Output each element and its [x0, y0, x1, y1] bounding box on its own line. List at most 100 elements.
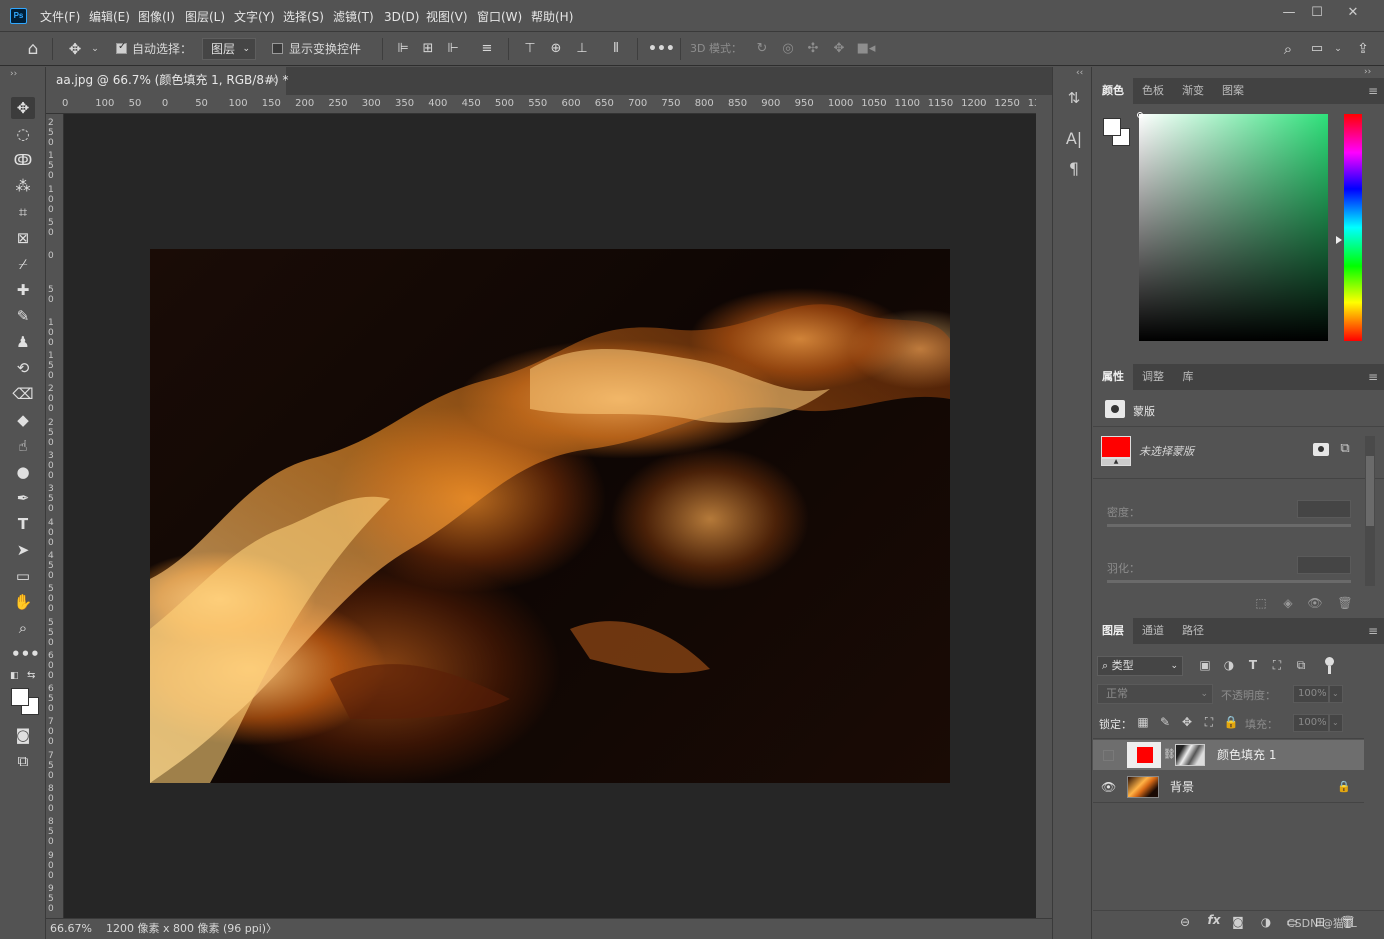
foreground-color-swatch[interactable] — [1103, 118, 1121, 136]
restore-button[interactable]: ☐ — [1305, 4, 1329, 24]
chevron-down-icon[interactable]: ⌄ — [88, 37, 102, 61]
density-field[interactable] — [1297, 500, 1351, 518]
crop-tool-icon[interactable]: ⌗ — [11, 201, 35, 223]
hue-slider-handle[interactable] — [1336, 236, 1342, 244]
density-slider[interactable] — [1107, 524, 1351, 527]
fill-dropdown[interactable]: ⌄ — [1329, 714, 1343, 732]
collapse-dock-icon[interactable]: ‹‹ — [1076, 68, 1083, 78]
auto-select-target-dropdown[interactable]: 图层 ⌄ — [202, 38, 256, 60]
more-options-icon[interactable]: ••• — [648, 37, 675, 61]
3d-slide-icon[interactable]: ✥ — [829, 37, 849, 61]
color-picker-cursor[interactable] — [1137, 112, 1143, 118]
layer-row-background[interactable]: 👁 背景 🔒 — [1093, 772, 1364, 802]
menu-file[interactable]: 文件(F) — [40, 8, 80, 26]
tab-adjustments[interactable]: 调整 — [1133, 364, 1173, 390]
paint-bucket-tool-icon[interactable]: ◆ — [11, 409, 35, 431]
show-transform-checkbox[interactable] — [272, 43, 283, 54]
quick-mask-icon[interactable]: ◙ — [11, 724, 35, 746]
menu-layer[interactable]: 图层(L) — [185, 8, 225, 26]
tab-channels[interactable]: 通道 — [1133, 618, 1173, 644]
visibility-toggle-off[interactable] — [1103, 750, 1114, 761]
lock-transparent-icon[interactable]: ▦ — [1135, 715, 1151, 729]
share-icon[interactable]: ⇪ — [1352, 37, 1374, 61]
move-tool-icon[interactable]: ✥ — [11, 97, 35, 119]
add-pixel-mask-icon[interactable] — [1313, 443, 1329, 456]
close-tab-icon[interactable]: × — [268, 67, 278, 94]
distribute-icon[interactable]: ≡ — [478, 37, 496, 61]
type-tool-icon[interactable]: T — [11, 513, 35, 535]
align-hcenter-icon[interactable]: ⊞ — [419, 37, 437, 61]
align-bottom-icon[interactable]: ⊥ — [573, 37, 591, 61]
menu-3d[interactable]: 3D(D) — [384, 8, 419, 26]
tab-gradients[interactable]: 渐变 — [1173, 78, 1213, 104]
layer-name[interactable]: 背景 — [1170, 772, 1194, 802]
eyedropper-tool-icon[interactable]: ⌿ — [11, 253, 35, 275]
menu-type[interactable]: 文字(Y) — [234, 8, 275, 26]
layer-name[interactable]: 颜色填充 1 — [1217, 740, 1276, 770]
fill-color-thumbnail[interactable] — [1101, 436, 1131, 458]
lock-image-icon[interactable]: ✎ — [1157, 715, 1173, 729]
edit-toolbar-icon[interactable]: ••• — [11, 643, 40, 665]
align-right-icon[interactable]: ⊩ — [444, 37, 462, 61]
menu-window[interactable]: 窗口(W) — [477, 8, 522, 26]
menu-view[interactable]: 视图(V) — [426, 8, 468, 26]
layer-filter-dropdown[interactable]: ⌕ 类型 ⌄ — [1097, 656, 1183, 676]
screen-mode-icon[interactable]: ⧉ — [11, 750, 35, 772]
opacity-field[interactable]: 100% — [1293, 685, 1329, 703]
dodge-tool-icon[interactable]: ● — [11, 461, 35, 483]
stamp-tool-icon[interactable]: ♟ — [11, 331, 35, 353]
status-menu-arrow[interactable]: 〉 — [266, 919, 277, 938]
apply-mask-icon[interactable]: ◈ — [1280, 596, 1296, 610]
menu-help[interactable]: 帮助(H) — [531, 8, 573, 26]
zoom-level[interactable]: 66.67% — [50, 919, 92, 938]
close-button[interactable]: ✕ — [1341, 4, 1365, 24]
tab-patterns[interactable]: 图案 — [1213, 78, 1253, 104]
tab-layers[interactable]: 图层 — [1093, 618, 1133, 644]
lock-artboard-icon[interactable]: ⛶ — [1201, 715, 1217, 730]
history-brush-tool-icon[interactable]: ⟲ — [11, 357, 35, 379]
align-top-icon[interactable]: ⊤ — [521, 37, 539, 61]
move-tool-icon[interactable]: ✥ — [62, 37, 88, 61]
panel-menu-icon[interactable]: ≡ — [1368, 371, 1382, 383]
blend-mode-dropdown[interactable]: 正常 ⌄ — [1097, 684, 1213, 704]
layer-row-color-fill[interactable]: ⛓ 颜色填充 1 — [1093, 740, 1364, 770]
tab-paths[interactable]: 路径 — [1173, 618, 1213, 644]
hand-tool-icon[interactable]: ✋ — [11, 591, 35, 613]
foreground-color-swatch[interactable] — [11, 688, 29, 706]
trash-icon[interactable]: 🗑 — [1337, 596, 1353, 610]
lasso-tool-icon[interactable]: ↂ — [11, 149, 35, 171]
pen-tool-icon[interactable]: ✒ — [11, 487, 35, 509]
fill-field[interactable]: 100% — [1293, 714, 1329, 732]
chevron-down-icon[interactable]: ⌄ — [1332, 37, 1344, 61]
feather-field[interactable] — [1297, 556, 1351, 574]
tab-libraries[interactable]: 库 — [1173, 364, 1203, 390]
lock-all-icon[interactable]: 🔒 — [1223, 715, 1239, 729]
paragraph-panel-icon[interactable]: ¶ — [1063, 159, 1085, 178]
magic-wand-tool-icon[interactable]: ⁂ — [11, 175, 35, 197]
layer-mask-thumbnail[interactable] — [1175, 744, 1205, 766]
visibility-icon[interactable]: 👁 — [1307, 596, 1323, 610]
smudge-tool-icon[interactable]: ☝ — [11, 435, 35, 457]
menu-select[interactable]: 选择(S) — [283, 8, 324, 26]
swap-colors-icon[interactable]: ⇆ — [27, 670, 39, 682]
frame-tool-icon[interactable]: ⊠ — [11, 227, 35, 249]
filter-shape-icon[interactable]: ⛶ — [1269, 658, 1285, 673]
scrollbar[interactable] — [1365, 436, 1375, 586]
3d-orbit-icon[interactable]: ↻ — [752, 37, 772, 61]
eye-icon[interactable]: 👁 — [1101, 772, 1116, 802]
tab-color[interactable]: 颜色 — [1093, 78, 1133, 104]
search-icon[interactable]: ⌕ — [1277, 37, 1299, 61]
filter-type-icon[interactable]: T — [1245, 658, 1261, 672]
align-left-icon[interactable]: ⊫ — [394, 37, 412, 61]
eraser-tool-icon[interactable]: ⌫ — [11, 383, 35, 405]
opacity-dropdown[interactable]: ⌄ — [1329, 685, 1343, 703]
document-tab[interactable]: aa.jpg @ 66.7% (颜色填充 1, RGB/8#) * × — [46, 67, 289, 95]
link-icon[interactable]: ⊖ — [1177, 915, 1193, 929]
3d-roll-icon[interactable]: ◎ — [778, 37, 798, 61]
add-vector-mask-icon[interactable]: ⧉ — [1337, 441, 1353, 456]
hue-slider[interactable] — [1344, 114, 1362, 341]
workspace-icon[interactable]: ▭ — [1307, 37, 1327, 61]
panel-menu-icon[interactable]: ≡ — [1368, 85, 1382, 97]
tab-swatches[interactable]: 色板 — [1133, 78, 1173, 104]
chain-link-icon[interactable]: ⛓ — [1163, 748, 1176, 762]
